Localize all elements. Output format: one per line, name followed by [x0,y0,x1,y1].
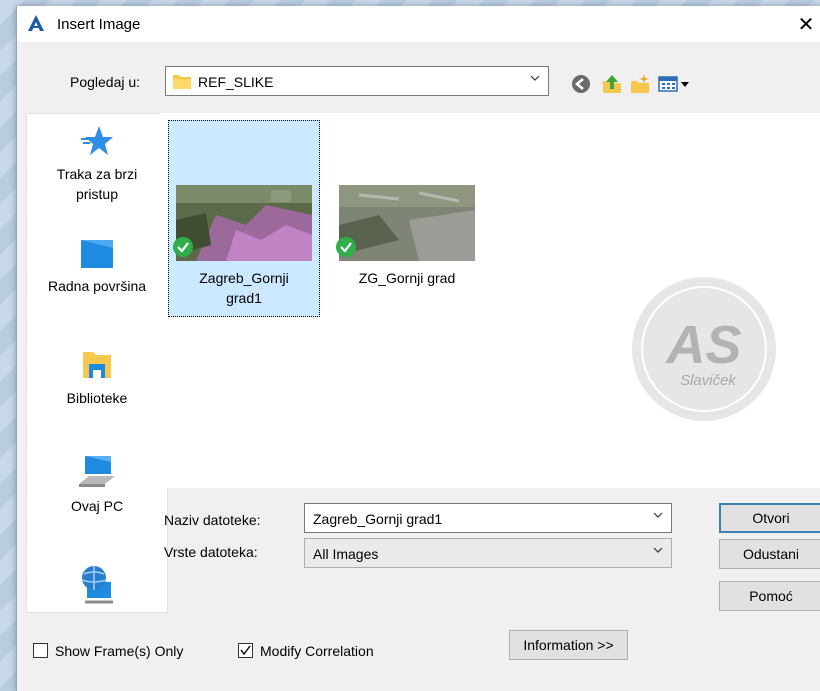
place-libraries[interactable]: Biblioteke [27,346,167,408]
modify-correlation-checkbox[interactable] [238,643,253,658]
image-thumbnail [176,185,312,261]
modify-correlation-label: Modify Correlation [260,643,374,659]
place-label: Radna površina [47,278,147,294]
look-in-label: Pogledaj u: [70,74,141,90]
check-icon [173,237,193,257]
place-quick-access[interactable]: Traka za brzi pristup [27,124,167,204]
cancel-button[interactable]: Odustani [719,539,820,569]
folder-icon [173,75,191,89]
places-bar: Traka za brzi pristup Radna površina Bib… [26,113,168,613]
file-name-combo[interactable]: Zagreb_Gornji grad1 [304,503,672,533]
quick-access-star-icon [81,126,113,155]
window-title: Insert Image [57,16,141,33]
place-label: Ovaj PC [70,498,124,514]
file-name-value: Zagreb_Gornji grad1 [313,511,443,527]
file-item-zagreb-gornji-grad1[interactable]: Zagreb_Gornji grad1 [168,120,320,317]
file-name: Zagreb_Gornji grad1 [199,270,289,306]
network-icon [81,566,113,604]
svg-text:AS: AS [664,315,741,375]
show-frames-only-label: Show Frame(s) Only [55,643,184,659]
file-item-zg-gornji-grad[interactable]: ZG_Gornji grad [331,120,483,317]
file-name: ZG_Gornji grad [358,270,456,286]
place-desktop[interactable]: Radna površina [27,238,167,296]
insert-image-dialog: Insert Image ✕ Pogledaj u: REF_SLIKE Tra… [16,6,820,691]
title-bar: Insert Image ✕ [17,6,820,42]
place-network[interactable] [27,564,167,610]
checkmark-icon [240,645,251,656]
close-icon: ✕ [797,12,815,36]
information-button[interactable]: Information >> [509,630,628,660]
file-type-value: All Images [313,546,379,562]
up-folder-icon[interactable] [601,73,623,95]
file-type-label: Vrste datoteka: [164,544,258,560]
view-menu-icon[interactable] [657,73,691,95]
new-folder-icon[interactable] [629,73,651,95]
file-type-combo[interactable]: All Images [304,538,672,568]
chevron-down-icon [653,512,663,518]
autocad-app-icon [28,15,44,31]
svg-text:Slaviček: Slaviček [680,372,737,389]
libraries-icon [83,352,111,378]
help-button[interactable]: Pomoć [719,581,820,611]
file-name-label: Naziv datoteke: [164,512,261,528]
look-in-value: REF_SLIKE [198,74,274,90]
chevron-down-icon [653,547,663,553]
check-icon [336,237,356,257]
place-label: pristup [75,186,119,202]
place-label: Biblioteke [66,390,128,406]
place-this-pc[interactable]: Ovaj PC [27,454,167,516]
place-label: Traka za brzi [56,166,138,182]
close-button[interactable]: ✕ [791,6,820,42]
image-thumbnail [339,185,475,261]
chevron-down-icon [530,75,540,81]
this-pc-icon [79,456,115,487]
look-in-combo[interactable]: REF_SLIKE [165,66,549,96]
as-slavicek-watermark-logo: AS Slaviček [632,277,776,421]
open-button[interactable]: Otvori [719,503,820,533]
show-frames-only-checkbox[interactable] [33,643,48,658]
desktop-icon [81,240,113,268]
back-icon[interactable] [570,73,592,95]
